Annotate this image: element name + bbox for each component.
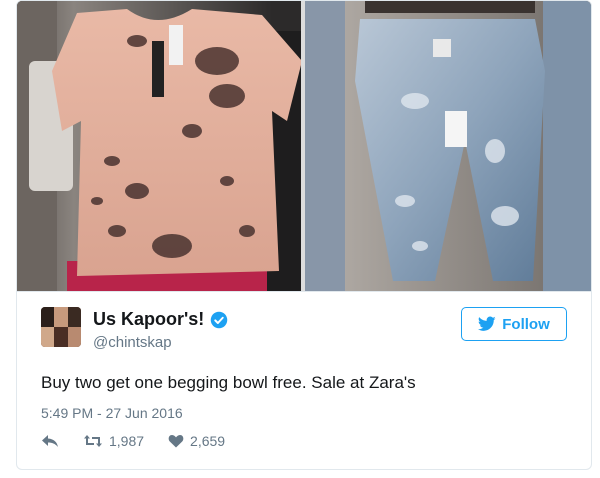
retweet-icon [84, 435, 102, 447]
tweet-text: Buy two get one begging bowl free. Sale … [41, 373, 416, 392]
verified-badge-icon [211, 311, 228, 328]
reply-icon [42, 435, 58, 447]
tweet-header: Us Kapoor's! @chintskap Follow [41, 307, 567, 353]
follow-button[interactable]: Follow [461, 307, 567, 341]
photo-pink-shirt[interactable] [17, 1, 301, 291]
photo-ripped-jeans[interactable] [305, 1, 591, 291]
avatar[interactable] [41, 307, 81, 347]
retweet-button[interactable]: 1,987 [83, 433, 144, 449]
like-count: 2,659 [190, 433, 226, 449]
tweet-timestamp[interactable]: 5:49 PM - 27 Jun 2016 [41, 405, 183, 421]
twitter-bird-icon [478, 316, 496, 331]
tweet-actions: 1,987 2,659 [41, 433, 249, 449]
display-name[interactable]: Us Kapoor's! [93, 309, 204, 330]
handle[interactable]: @chintskap [93, 334, 228, 351]
tweet-card: Us Kapoor's! @chintskap Follow Buy two g… [16, 0, 592, 470]
retweet-count: 1,987 [109, 433, 145, 449]
heart-icon [168, 435, 184, 448]
reply-button[interactable] [41, 434, 59, 448]
like-button[interactable]: 2,659 [168, 433, 225, 449]
tweet-media[interactable] [17, 1, 591, 292]
follow-label: Follow [502, 315, 550, 333]
author-names: Us Kapoor's! @chintskap [93, 309, 228, 351]
